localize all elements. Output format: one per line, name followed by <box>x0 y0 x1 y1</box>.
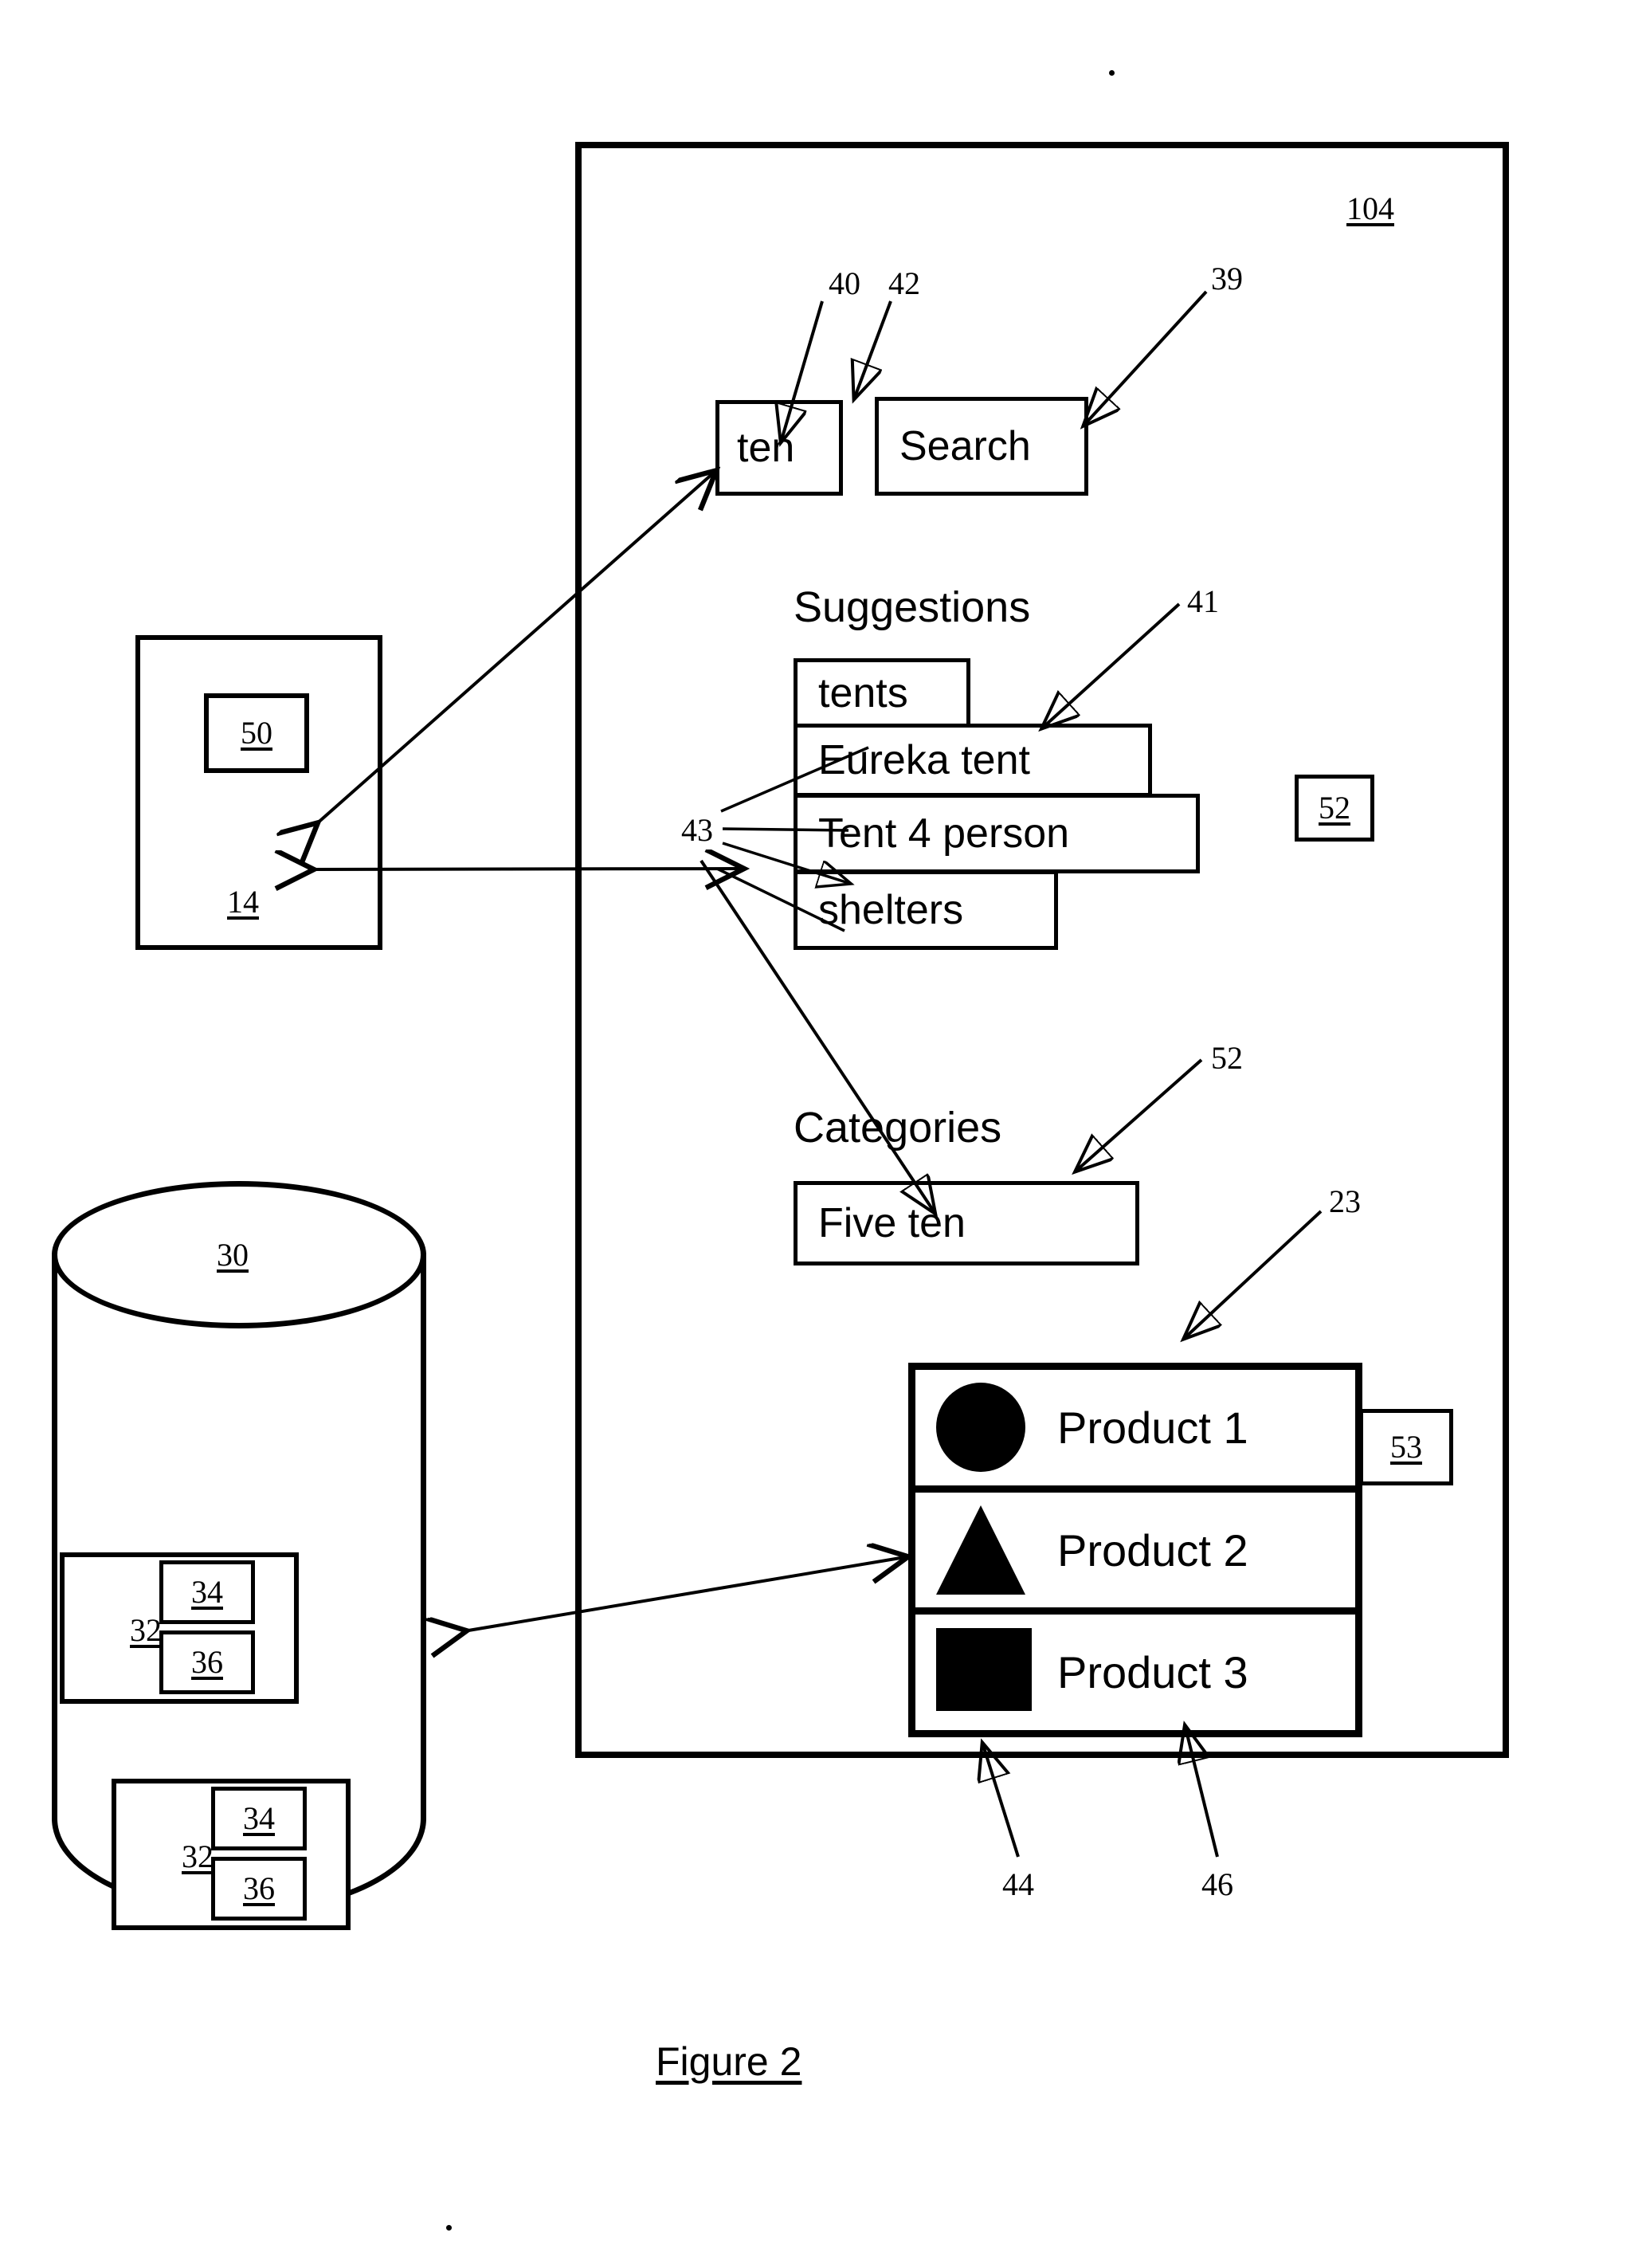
patent-figure-page: 104 ten Search 40 42 39 Suggestions 41 4… <box>0 0 1646 2268</box>
ref-label-52: 52 <box>1211 1040 1243 1076</box>
product-results-list: Product 1 Product 2 Product 3 <box>908 1363 1362 1737</box>
product-name: Product 3 <box>1057 1647 1248 1698</box>
ref-label-50: 50 <box>241 715 272 751</box>
suggestion-item-0[interactable]: tents <box>794 658 970 728</box>
product-row[interactable]: Product 2 <box>915 1492 1355 1615</box>
categories-heading: Categories <box>794 1104 1002 1152</box>
search-button-label: Search <box>899 423 1031 469</box>
ref-label-52-module: 52 <box>1319 790 1350 826</box>
ref-label-40: 40 <box>829 265 860 301</box>
suggestion-label: tents <box>818 670 908 716</box>
database-field: 34 <box>211 1787 307 1850</box>
ref-label-23: 23 <box>1329 1183 1361 1219</box>
search-input[interactable]: ten <box>715 400 843 496</box>
scan-artifact-dot <box>446 2225 452 2231</box>
database-field: 36 <box>159 1630 255 1694</box>
product-name: Product 1 <box>1057 1402 1248 1453</box>
ref-label-32: 32 <box>130 1612 162 1648</box>
square-icon <box>936 1627 1032 1717</box>
ref-label-44: 44 <box>1002 1866 1034 1902</box>
category-module-box: 52 <box>1295 775 1374 842</box>
ref-label-46: 46 <box>1201 1866 1233 1902</box>
triangle-icon <box>936 1505 1025 1595</box>
ref-label-104: 104 <box>1346 190 1394 226</box>
ref-label-32: 32 <box>182 1838 214 1874</box>
suggestion-item-3[interactable]: shelters <box>794 870 1058 950</box>
ref-label-30: 30 <box>217 1237 249 1273</box>
suggestions-heading: Suggestions <box>794 583 1031 631</box>
search-button[interactable]: Search <box>875 397 1088 496</box>
figure-caption: Figure 2 <box>656 2039 802 2084</box>
ref-label-36: 36 <box>191 1644 223 1680</box>
ref-label-36: 36 <box>243 1870 275 1906</box>
ref-label-14: 14 <box>227 884 259 920</box>
suggestion-label: Eureka tent <box>818 737 1030 783</box>
category-label: Five ten <box>818 1200 966 1246</box>
circle-icon <box>936 1383 1025 1473</box>
suggestion-item-1[interactable]: Eureka tent <box>794 724 1152 797</box>
ref-label-42: 42 <box>888 265 920 301</box>
product-badge-box: 53 <box>1359 1409 1453 1485</box>
suggestion-item-2[interactable]: Tent 4 person <box>794 794 1200 873</box>
search-input-value: ten <box>737 425 795 471</box>
database-field: 34 <box>159 1560 255 1624</box>
product-name: Product 2 <box>1057 1524 1248 1575</box>
client-module-box: 50 <box>204 693 309 773</box>
ref-label-53: 53 <box>1390 1429 1422 1465</box>
suggestion-label: shelters <box>818 887 964 933</box>
ref-label-39: 39 <box>1211 261 1243 296</box>
database-field: 36 <box>211 1857 307 1921</box>
product-row[interactable]: Product 3 <box>915 1615 1355 1731</box>
scan-artifact-dot <box>1109 70 1115 76</box>
category-item-0[interactable]: Five ten <box>794 1181 1139 1265</box>
product-row[interactable]: Product 1 <box>915 1370 1355 1493</box>
ref-label-43: 43 <box>681 812 713 848</box>
client-device-box <box>135 635 382 950</box>
ref-label-34: 34 <box>243 1800 275 1836</box>
suggestion-label: Tent 4 person <box>818 810 1070 857</box>
ref-label-41: 41 <box>1187 583 1219 619</box>
ref-label-34: 34 <box>191 1574 223 1610</box>
